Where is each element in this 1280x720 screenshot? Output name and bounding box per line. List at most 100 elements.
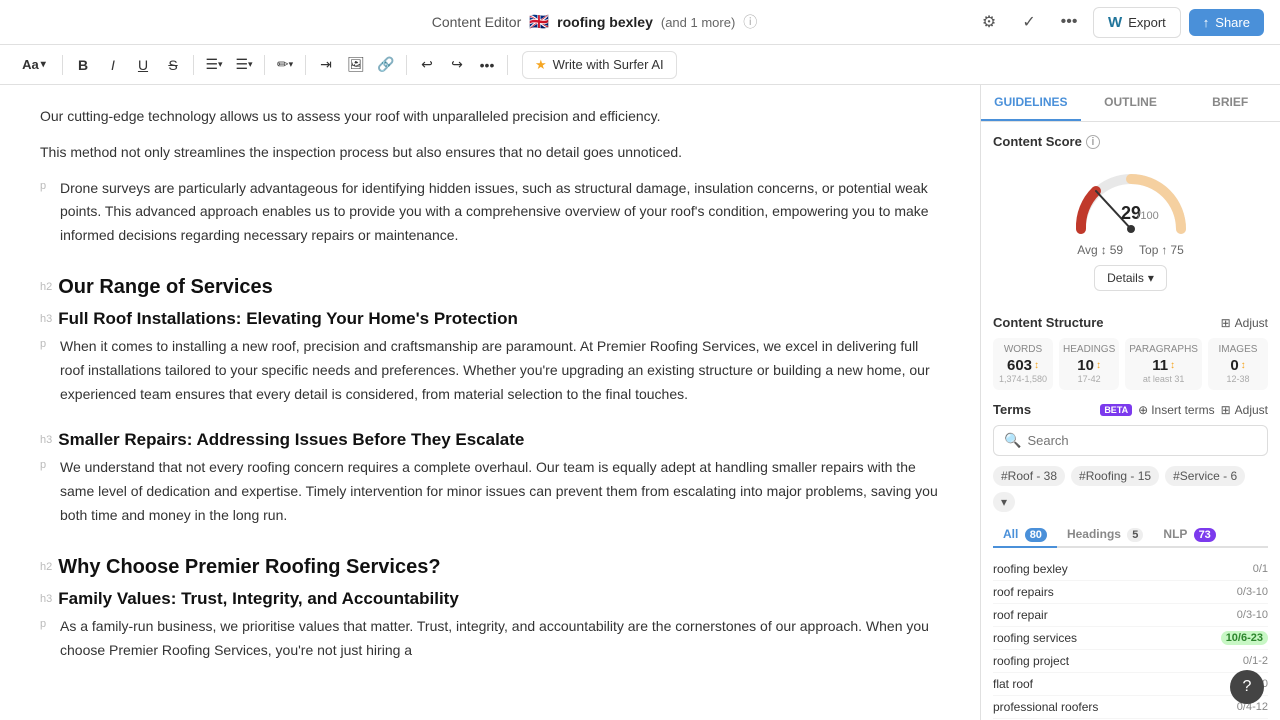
- details-button[interactable]: Details ▾: [1094, 265, 1167, 291]
- h3-label-3: h3: [40, 593, 52, 605]
- tag-service[interactable]: #Service - 6: [1165, 466, 1245, 486]
- content-score-info-icon[interactable]: i: [1086, 135, 1100, 149]
- adjust-structure-btn[interactable]: ⊞ Adjust: [1221, 316, 1268, 330]
- share-label: Share: [1215, 15, 1250, 30]
- export-label: Export: [1128, 15, 1166, 30]
- align-btn[interactable]: ☰ ▾: [200, 51, 228, 79]
- insert-terms-btn[interactable]: ⊕ Insert terms: [1138, 403, 1214, 417]
- content-structure-section: Content Structure ⊞ Adjust WORDS 603 ↕ 1…: [993, 315, 1268, 390]
- cs-headings-range: 17-42: [1063, 374, 1115, 384]
- panel-tabs: GUIDELINES OUTLINE BRIEF: [981, 85, 1280, 122]
- term-roofing-project: roofing project 0/1-2: [993, 650, 1268, 673]
- h2-1-row: h2 Our Range of Services: [40, 276, 940, 299]
- intro-para-1: Our cutting-edge technology allows us to…: [40, 105, 940, 129]
- surfer-ai-btn[interactable]: ★ Write with Surfer AI: [522, 51, 677, 79]
- info-icon[interactable]: ⓘ: [743, 12, 757, 32]
- cs-grid: WORDS 603 ↕ 1,374-1,580 HEADINGS 10 ↕: [993, 338, 1268, 390]
- font-size-btn[interactable]: Aa ▾: [12, 51, 56, 79]
- tab-brief[interactable]: BRIEF: [1180, 85, 1280, 121]
- tag-roofing[interactable]: #Roofing - 15: [1071, 466, 1159, 486]
- para-label-p2: p: [40, 335, 60, 350]
- wordpress-icon: W: [1108, 14, 1122, 31]
- search-input[interactable]: [1027, 433, 1257, 448]
- para-installations: p When it comes to installing a new roof…: [40, 335, 940, 418]
- italic-btn[interactable]: I: [99, 51, 127, 79]
- h3-family-values: Family Values: Trust, Integrity, and Acc…: [58, 589, 459, 609]
- list-icon: ☰: [235, 56, 248, 73]
- filter-tab-all[interactable]: All 80: [993, 522, 1057, 548]
- keyword-more: (and 1 more): [661, 15, 735, 30]
- cs-headings-value: 10 ↕: [1063, 357, 1115, 374]
- term-roof-repairs: roof repairs 0/3-10: [993, 581, 1268, 604]
- main-layout: Our cutting-edge technology allows us to…: [0, 85, 1280, 720]
- tab-outline[interactable]: OUTLINE: [1081, 85, 1181, 121]
- help-button[interactable]: ?: [1230, 670, 1264, 704]
- adjust-terms-btn[interactable]: ⊞ Adjust: [1221, 403, 1268, 417]
- export-button[interactable]: W Export: [1093, 7, 1181, 38]
- cs-words-value: 603 ↕: [997, 357, 1049, 374]
- filter-tab-nlp[interactable]: NLP 73: [1153, 522, 1225, 548]
- cs-images-range: 12-38: [1212, 374, 1264, 384]
- highlight-btn[interactable]: ✏ ▾: [271, 51, 299, 79]
- headings-arrow-icon: ↕: [1096, 360, 1101, 371]
- underline-btn[interactable]: U: [129, 51, 157, 79]
- image-btn[interactable]: 🖼: [342, 51, 370, 79]
- adjust-label: Adjust: [1235, 316, 1268, 330]
- para-repairs-text: We understand that not every roofing con…: [60, 456, 940, 527]
- settings-icon-btn[interactable]: ⚙: [973, 6, 1005, 38]
- term-professional-roofers: professional roofers 0/4-12: [993, 696, 1268, 719]
- content-score-label: Content Score: [993, 134, 1082, 149]
- toolbar: Aa ▾ B I U S ☰ ▾ ☰ ▾ ✏ ▾ ⇥ 🖼 🔗 ↩ ↪ ••• ★…: [0, 45, 1280, 85]
- more-options-btn[interactable]: •••: [1053, 6, 1085, 38]
- cs-paragraphs: PARAGRAPHS 11 ↕ at least 31: [1125, 338, 1202, 390]
- cs-words-range: 1,374-1,580: [997, 374, 1049, 384]
- search-icon: 🔍: [1004, 432, 1021, 449]
- h2-why-choose: Why Choose Premier Roofing Services?: [58, 556, 440, 579]
- h3-label-2: h3: [40, 434, 52, 446]
- para-label-p3: p: [40, 456, 60, 471]
- editor-area[interactable]: Our cutting-edge technology allows us to…: [0, 85, 980, 720]
- h3-repairs: Smaller Repairs: Addressing Issues Befor…: [58, 430, 524, 450]
- insert-icon: ⊕: [1138, 403, 1148, 417]
- divider-6: [507, 55, 508, 75]
- para-family: p As a family-run business, we prioritis…: [40, 615, 940, 675]
- divider-4: [305, 55, 306, 75]
- terms-list: roofing bexley 0/1 roof repairs 0/3-10 r…: [993, 558, 1268, 720]
- terms-header: Terms BETA ⊕ Insert terms ⊞ Adjust: [993, 402, 1268, 417]
- keyword-label: roofing bexley: [557, 14, 653, 30]
- align-icon: ☰: [205, 56, 218, 73]
- chevron-down-icon: ▾: [1148, 271, 1154, 285]
- tag-roof[interactable]: #Roof - 38: [993, 466, 1065, 486]
- divider-5: [406, 55, 407, 75]
- circle-check-icon-btn[interactable]: ✓: [1013, 6, 1045, 38]
- tags-row: #Roof - 38 #Roofing - 15 #Service - 6 ▾: [993, 466, 1268, 512]
- list-btn[interactable]: ☰ ▾: [230, 51, 258, 79]
- share-button[interactable]: ↑ Share: [1189, 9, 1264, 36]
- details-label: Details: [1107, 271, 1144, 285]
- avg-stat: Avg ↕ 59: [1077, 243, 1123, 257]
- h3-3-row: h3 Family Values: Trust, Integrity, and …: [40, 589, 940, 609]
- indent-btn[interactable]: ⇥: [312, 51, 340, 79]
- undo-btn[interactable]: ↩: [413, 51, 441, 79]
- filter-tabs: All 80 Headings 5 NLP 73: [993, 522, 1268, 548]
- para-drone-text: Drone surveys are particularly advantage…: [60, 177, 940, 248]
- app-title: Content Editor: [432, 14, 522, 30]
- more-toolbar-btn[interactable]: •••: [473, 51, 501, 79]
- link-btn[interactable]: 🔗: [372, 51, 400, 79]
- redo-btn[interactable]: ↪: [443, 51, 471, 79]
- tab-guidelines[interactable]: GUIDELINES: [981, 85, 1081, 121]
- filter-tab-headings[interactable]: Headings 5: [1057, 522, 1153, 548]
- tag-expand[interactable]: ▾: [993, 492, 1015, 512]
- para-repairs: p We understand that not every roofing c…: [40, 456, 940, 539]
- cs-images-label: IMAGES: [1212, 344, 1264, 355]
- cs-headings-label: HEADINGS: [1063, 344, 1115, 355]
- nlp-count: 73: [1194, 528, 1216, 542]
- para-family-text: As a family-run business, we prioritise …: [60, 615, 940, 663]
- top-bar-center: Content Editor 🇬🇧 roofing bexley (and 1 …: [432, 12, 758, 32]
- terms-actions: BETA ⊕ Insert terms ⊞ Adjust: [1100, 403, 1268, 417]
- score-stats: Avg ↕ 59 Top ↑ 75: [1077, 243, 1184, 257]
- bold-btn[interactable]: B: [69, 51, 97, 79]
- divider-1: [62, 55, 63, 75]
- surfer-label: Write with Surfer AI: [553, 57, 664, 72]
- strikethrough-btn[interactable]: S: [159, 51, 187, 79]
